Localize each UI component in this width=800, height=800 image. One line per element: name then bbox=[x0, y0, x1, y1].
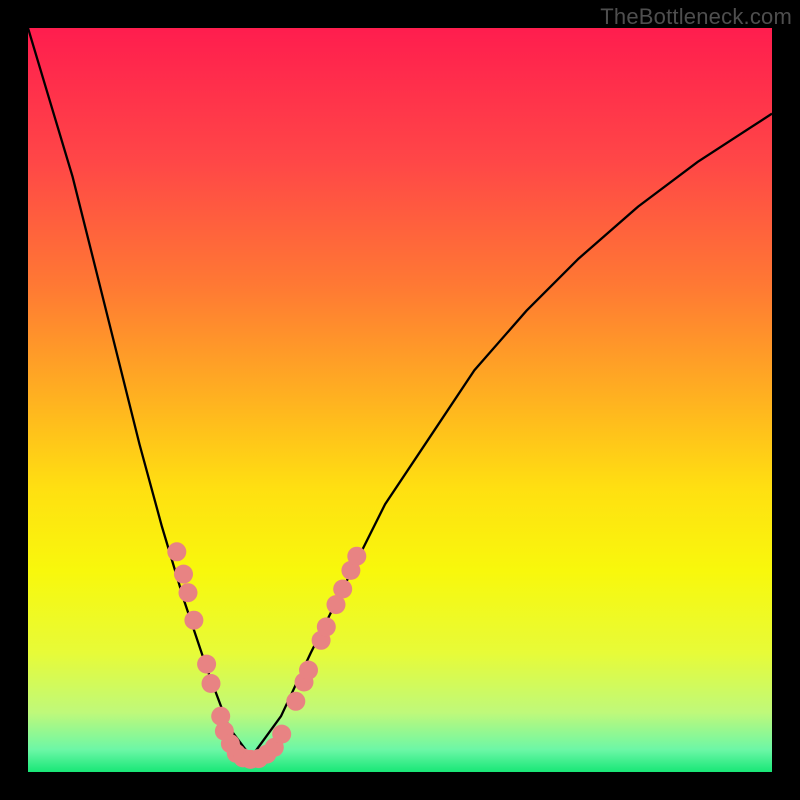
chart-stage: TheBottleneck.com bbox=[0, 0, 800, 800]
data-dot bbox=[317, 617, 336, 636]
watermark-text: TheBottleneck.com bbox=[600, 4, 792, 30]
data-dot bbox=[202, 674, 221, 693]
plot-area bbox=[28, 28, 772, 772]
data-dot bbox=[347, 547, 366, 566]
data-dot bbox=[286, 692, 305, 711]
dot-series bbox=[28, 28, 772, 772]
data-dot bbox=[174, 565, 193, 584]
data-dot bbox=[184, 611, 203, 630]
data-dot bbox=[197, 655, 216, 674]
data-dot bbox=[179, 583, 198, 602]
data-dot bbox=[272, 725, 291, 744]
data-dot bbox=[333, 580, 352, 599]
data-dot bbox=[167, 542, 186, 561]
data-dot bbox=[299, 661, 318, 680]
